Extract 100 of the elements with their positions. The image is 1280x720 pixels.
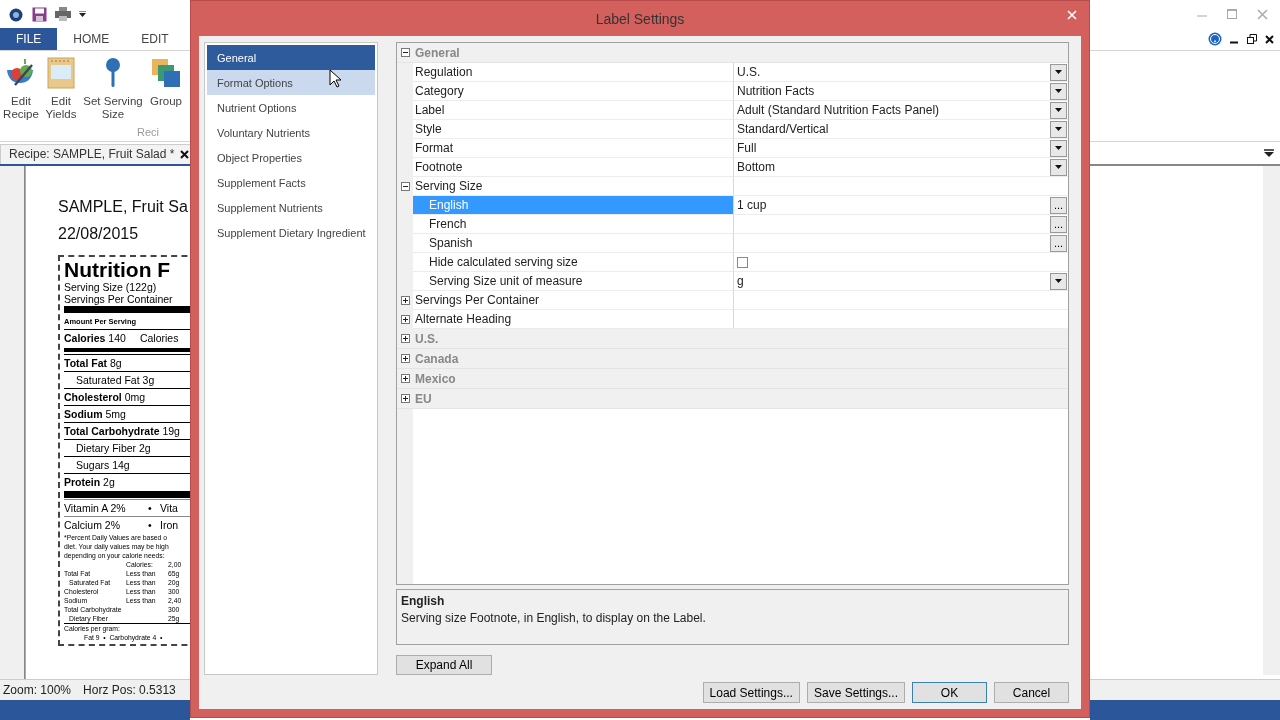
save-icon[interactable] — [32, 6, 47, 22]
help-icon[interactable] — [1208, 32, 1222, 46]
bullet-text: • — [148, 502, 153, 514]
expand-icon[interactable] — [400, 374, 410, 383]
restore-icon[interactable] — [1247, 34, 1257, 44]
label-heading: Nutrition F — [64, 259, 172, 281]
caret-icon — [1055, 70, 1062, 74]
property-name[interactable]: Spanish — [413, 234, 734, 253]
document-tab[interactable]: Recipe: SAMPLE, Fruit Salad * — [0, 144, 190, 164]
vitamin-text: Calcium 2% — [64, 519, 122, 531]
ribbon-button[interactable]: Group — [146, 57, 186, 108]
dialog-button[interactable]: Load Settings... — [702, 682, 800, 703]
property-name[interactable]: Footnote — [413, 158, 734, 177]
property-value[interactable]: Full — [737, 141, 757, 155]
settings-item[interactable]: Voluntary Nutrients — [207, 120, 375, 145]
status-text: Zoom: 100% — [3, 683, 72, 697]
property-name[interactable]: Category — [413, 82, 734, 101]
property-name[interactable]: Format — [413, 139, 734, 158]
property-value[interactable]: Standard/Vertical — [737, 122, 829, 136]
ribbon-button[interactable]: Edit Yields — [42, 57, 80, 121]
nutrient-text: Protein 2g — [64, 476, 115, 488]
checkbox[interactable] — [737, 256, 748, 268]
logo-icon[interactable] — [8, 6, 24, 22]
ribbon-tab[interactable]: FILE — [0, 28, 58, 50]
caret-icon — [1055, 165, 1062, 169]
dropdown-button[interactable] — [1050, 272, 1067, 290]
dialog-button[interactable]: Save Settings... — [806, 682, 905, 703]
property-value[interactable]: Nutrition Facts — [737, 84, 815, 98]
property-value[interactable]: Bottom — [737, 160, 775, 174]
bullet-text: • — [148, 519, 153, 531]
nutrient-text: Dietary Fiber 2g — [76, 442, 151, 454]
dropdown-button[interactable] — [1050, 101, 1067, 119]
settings-item[interactable]: Nutrient Options — [207, 95, 375, 120]
expand-icon[interactable] — [400, 334, 410, 343]
caret-icon — [1055, 279, 1062, 283]
close-icon[interactable] — [1265, 34, 1274, 44]
ellipsis-button[interactable]: ... — [1050, 234, 1067, 252]
vitamin-text: Iron — [160, 519, 179, 531]
property-name[interactable]: French — [413, 215, 734, 234]
help-title: English — [401, 594, 446, 608]
dropdown-button[interactable] — [1050, 63, 1067, 81]
property-name[interactable]: Hide calculated serving size — [413, 253, 734, 272]
dialog-button[interactable]: Cancel — [994, 682, 1069, 703]
ellipsis-button[interactable]: ... — [1050, 215, 1067, 233]
squares-icon — [150, 57, 182, 89]
property-name[interactable]: Serving Size unit of measure — [413, 272, 734, 291]
dropdown-button[interactable] — [1050, 139, 1067, 157]
expand-icon[interactable] — [400, 315, 410, 324]
vitamin-text: Vitamin A 2% — [64, 502, 127, 514]
close-icon[interactable] — [180, 149, 190, 159]
property-name[interactable]: Regulation — [413, 63, 734, 82]
property-value[interactable]: Adult (Standard Nutrition Facts Panel) — [737, 103, 940, 117]
dropdown-button[interactable] — [1050, 158, 1067, 176]
settings-item[interactable]: Format Options — [207, 70, 375, 95]
dialog-title: Label Settings — [595, 10, 685, 27]
property-name[interactable]: Style — [413, 120, 734, 139]
vitamin-text: Vita — [160, 502, 178, 514]
ribbon-tab[interactable]: HOME — [57, 28, 126, 50]
caret-icon — [1055, 127, 1062, 131]
recipe-title: SAMPLE, Fruit Sa — [58, 198, 189, 216]
settings-item[interactable]: Supplement Nutrients — [207, 195, 375, 220]
settings-item[interactable]: Supplement Facts — [207, 170, 375, 195]
expand-icon[interactable] — [400, 296, 410, 305]
settings-item[interactable]: General — [207, 45, 375, 70]
date-text: 22/08/2015 — [58, 225, 140, 243]
expand-all-button[interactable]: Expand All — [396, 655, 492, 675]
expand-icon[interactable] — [400, 394, 410, 403]
nutrient-text: Saturated Fat 3g — [76, 374, 155, 386]
dropdown-button[interactable] — [1050, 120, 1067, 138]
collapse-icon[interactable] — [400, 48, 410, 57]
ribbon-button[interactable]: Edit Recipe — [0, 57, 42, 121]
label-text: Servings Per Container — [64, 293, 174, 305]
help-text: Serving size Footnote, in English, to display on the Label. — [401, 611, 707, 625]
ellipsis-button[interactable]: ... — [1050, 196, 1067, 214]
nutrient-text: Calories 140 — [64, 332, 126, 344]
settings-item[interactable]: Supplement Dietary Ingredient — [207, 220, 375, 245]
nutrient-text: Total Fat 8g — [64, 357, 122, 369]
ribbon-tab[interactable]: EDIT — [125, 28, 185, 50]
dropdown-icon[interactable] — [1264, 149, 1274, 157]
cursor-icon — [329, 69, 341, 88]
property-value[interactable]: g — [737, 274, 744, 288]
property-name[interactable]: Label — [413, 101, 734, 120]
caret-icon[interactable] — [79, 11, 86, 17]
property-name[interactable]: Servings Per Container — [413, 291, 734, 310]
group-label: Reci — [137, 126, 159, 138]
spoon-icon — [103, 57, 123, 89]
expand-icon[interactable] — [400, 354, 410, 363]
oven-icon — [47, 57, 75, 89]
ribbon-button[interactable]: Set Serving Size — [80, 57, 146, 121]
collapse-icon[interactable] — [400, 182, 410, 191]
dropdown-button[interactable] — [1050, 82, 1067, 100]
dialog-button[interactable]: OK — [912, 682, 987, 703]
property-value[interactable]: 1 cup — [737, 198, 767, 212]
property-value[interactable]: U.S. — [737, 65, 761, 79]
nutrient-text: Sodium 5mg — [64, 408, 126, 420]
scrollbar[interactable] — [1263, 166, 1280, 675]
settings-item[interactable]: Object Properties — [207, 145, 375, 170]
caret-icon — [1055, 108, 1062, 112]
print-icon[interactable] — [55, 7, 71, 21]
nutrient-text: Sugars 14g — [76, 459, 130, 471]
